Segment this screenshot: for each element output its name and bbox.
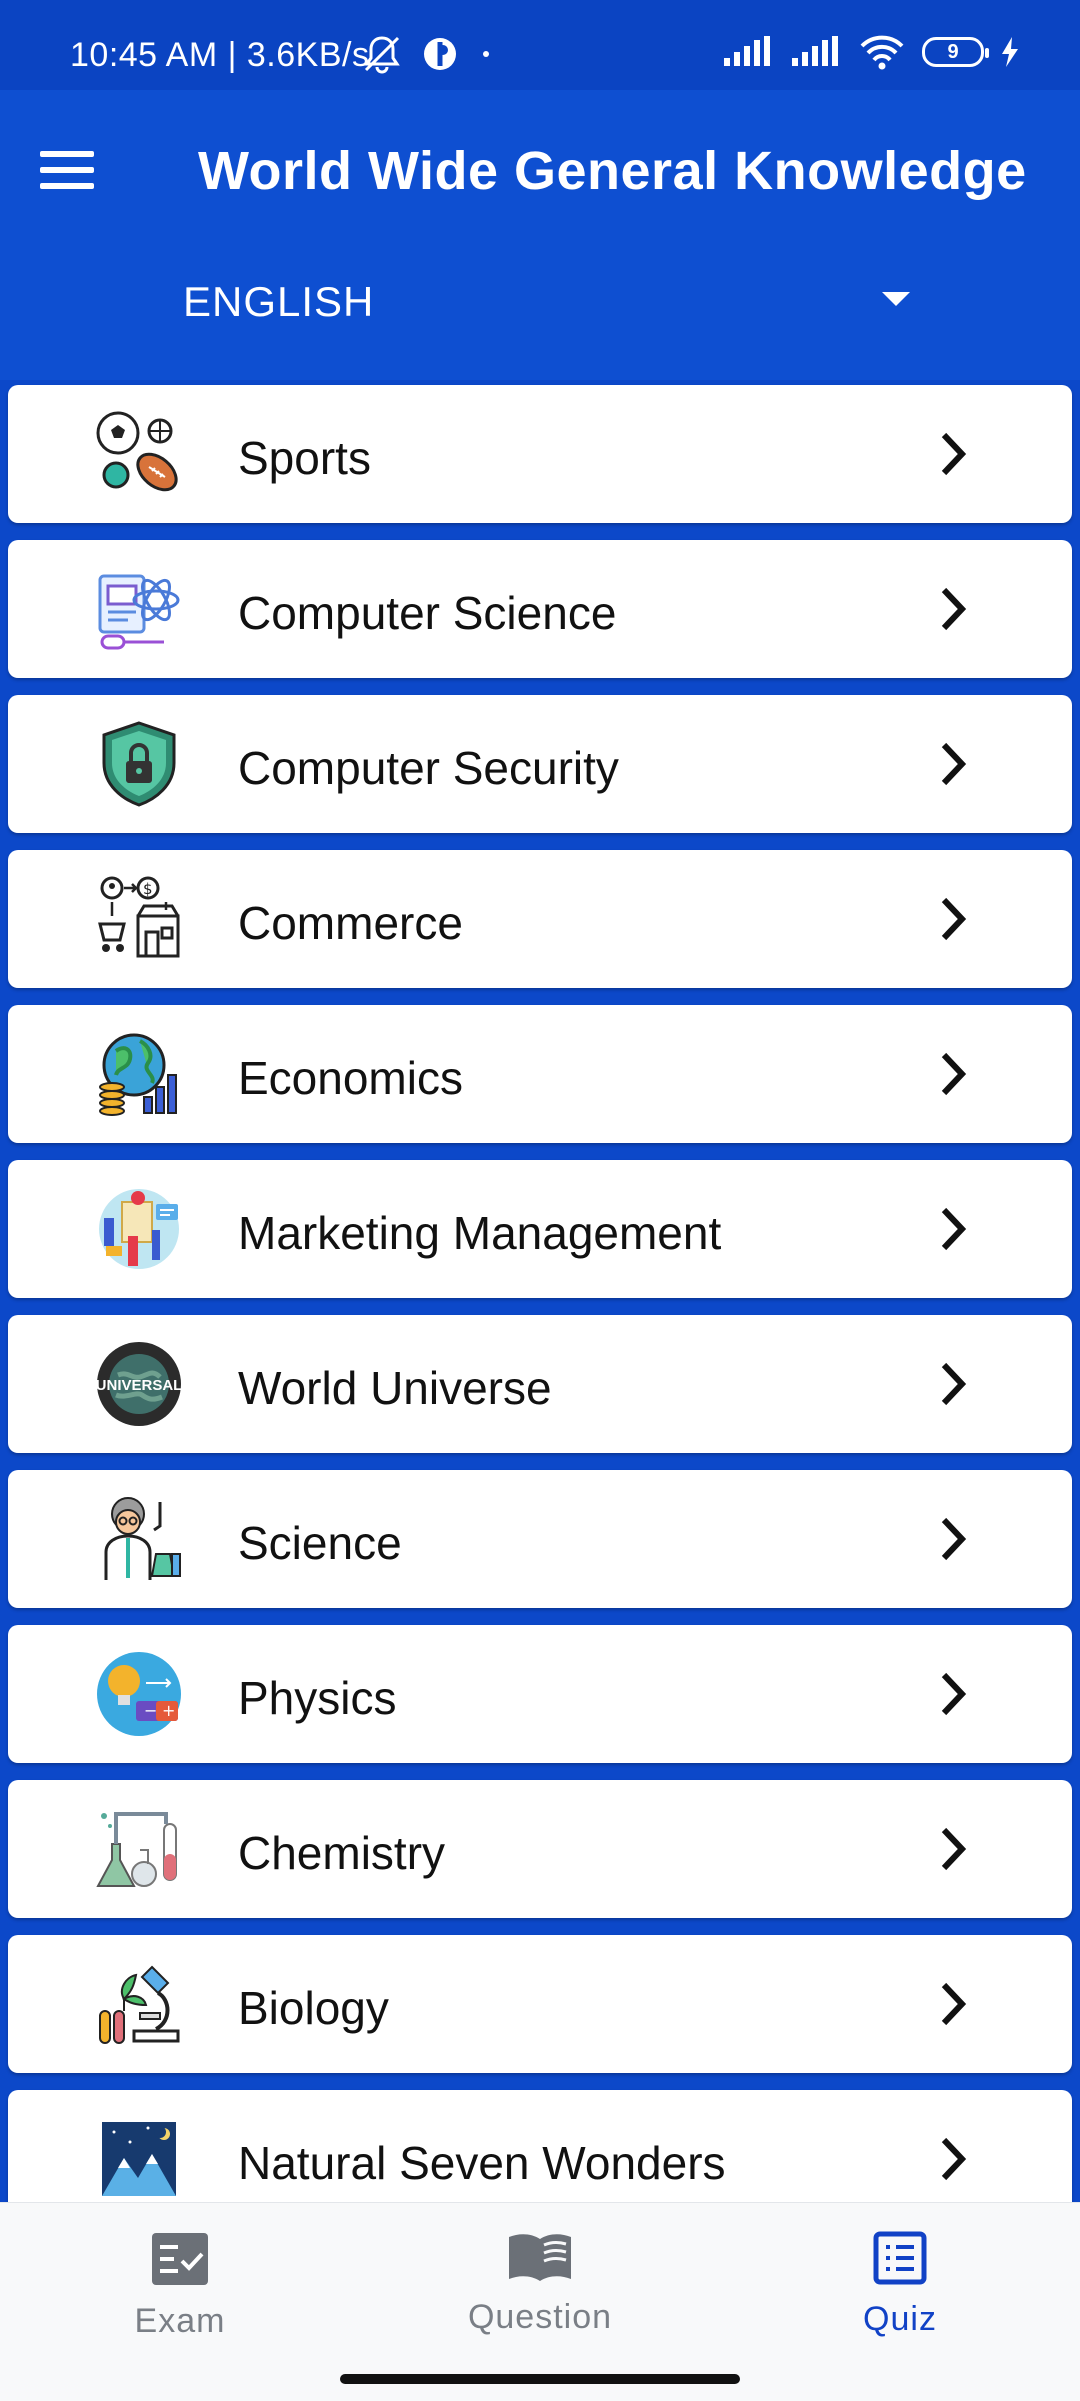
menu-button[interactable] <box>40 134 112 206</box>
category-label: Marketing Management <box>238 1207 722 1259</box>
bottom-navigation: Exam Question Quiz <box>0 2202 1080 2401</box>
signal-icon <box>724 36 770 66</box>
nav-tab-exam[interactable]: Exam <box>60 2231 300 2361</box>
category-label: Economics <box>238 1052 463 1104</box>
svg-text:$: $ <box>143 880 153 898</box>
menu-icon-bar <box>40 167 94 173</box>
mountain-night-icon <box>102 2122 176 2196</box>
status-system-icons: 9 <box>722 34 1020 70</box>
status-bar: 10:45 AM | 3.6KB/s 9 <box>0 0 1080 90</box>
computer-science-icon <box>98 574 180 650</box>
chevron-right-icon <box>941 432 967 476</box>
svg-text:+: + <box>162 1701 175 1720</box>
category-label: Science <box>238 1517 402 1569</box>
category-item-sports[interactable]: Sports <box>8 385 1072 523</box>
home-indicator[interactable] <box>340 2374 740 2384</box>
category-label: World Universe <box>238 1362 552 1414</box>
chevron-right-icon <box>941 1827 967 1871</box>
nav-tab-quiz[interactable]: Quiz <box>780 2231 1020 2361</box>
category-label: Biology <box>238 1982 389 2034</box>
status-time: 10:45 AM | 3.6KB/s <box>70 36 370 74</box>
chevron-right-icon <box>941 1362 967 1406</box>
category-label: Chemistry <box>238 1827 446 1879</box>
chevron-right-icon <box>941 897 967 941</box>
chevron-right-icon <box>941 1672 967 1716</box>
universal-logo-text: UNIVERSAL <box>96 1377 183 1394</box>
chevron-right-icon <box>941 1052 967 1096</box>
nav-label-quiz: Quiz <box>863 2300 937 2338</box>
category-item-science[interactable]: Science <box>8 1470 1072 1608</box>
biology-microscope-icon <box>99 1965 180 2044</box>
signal-icon-2 <box>792 36 838 66</box>
page-title: World Wide General Knowledge <box>198 141 1027 201</box>
category-label: Commerce <box>238 897 463 949</box>
bell-off-icon <box>364 36 400 74</box>
marketing-icon <box>99 1189 179 1269</box>
category-label: Computer Science <box>238 587 617 639</box>
chemistry-flask-icon <box>96 1812 177 1887</box>
menu-icon <box>40 151 94 157</box>
nav-label-exam: Exam <box>134 2302 226 2340</box>
category-item-physics[interactable]: − + Physics <box>8 1625 1072 1763</box>
chevron-right-icon <box>941 742 967 786</box>
category-item-world-universe[interactable]: UNIVERSAL World Universe <box>8 1315 1072 1453</box>
scientist-icon <box>104 1497 181 1580</box>
category-item-marketing-management[interactable]: Marketing Management <box>8 1160 1072 1298</box>
status-notification-icons <box>360 34 496 74</box>
sports-icon <box>96 411 178 492</box>
chevron-right-icon <box>941 1982 967 2026</box>
commerce-shop-icon: $ <box>98 876 180 958</box>
category-item-computer-science[interactable]: Computer Science <box>8 540 1072 678</box>
svg-text:−: − <box>144 1701 157 1720</box>
nav-tab-question[interactable]: Question <box>420 2231 660 2361</box>
nav-label-question: Question <box>467 2298 613 2336</box>
category-label: Physics <box>238 1672 397 1724</box>
category-label: Natural Seven Wonders <box>238 2137 726 2189</box>
language-dropdown[interactable]: ENGLISH <box>140 260 910 340</box>
dot-icon <box>483 51 489 57</box>
category-item-computer-security[interactable]: Computer Security <box>8 695 1072 833</box>
category-item-chemistry[interactable]: Chemistry <box>8 1780 1072 1918</box>
chevron-right-icon <box>941 1207 967 1251</box>
category-item-biology[interactable]: Biology <box>8 1935 1072 2073</box>
open-book-icon <box>509 2234 571 2281</box>
battery-icon: 9 <box>922 37 989 67</box>
category-label: Sports <box>238 432 371 484</box>
caret-down-icon <box>882 292 910 306</box>
category-item-commerce[interactable]: $ Commerce <box>8 850 1072 988</box>
chevron-right-icon <box>941 1517 967 1561</box>
battery-level: 9 <box>947 40 959 63</box>
wifi-icon <box>860 35 904 70</box>
charging-bolt-icon <box>1002 37 1018 67</box>
category-item-economics[interactable]: Economics <box>8 1005 1072 1143</box>
category-label: Computer Security <box>238 742 619 794</box>
language-selected-value: ENGLISH <box>183 278 375 325</box>
chevron-right-icon <box>941 587 967 631</box>
physics-bulb-battery-icon: − + <box>97 1652 181 1736</box>
security-shield-lock-icon <box>102 721 176 807</box>
app-bar: World Wide General Knowledge ENGLISH <box>0 90 1080 380</box>
chevron-right-icon <box>941 2137 967 2181</box>
quiz-list-icon <box>873 2231 927 2285</box>
universal-globe-icon: UNIVERSAL <box>96 1342 183 1426</box>
economics-globe-coins-icon <box>99 1033 177 1116</box>
app-notification-icon <box>424 38 456 70</box>
exam-checklist-icon <box>152 2233 208 2285</box>
menu-icon-bar <box>40 183 94 189</box>
